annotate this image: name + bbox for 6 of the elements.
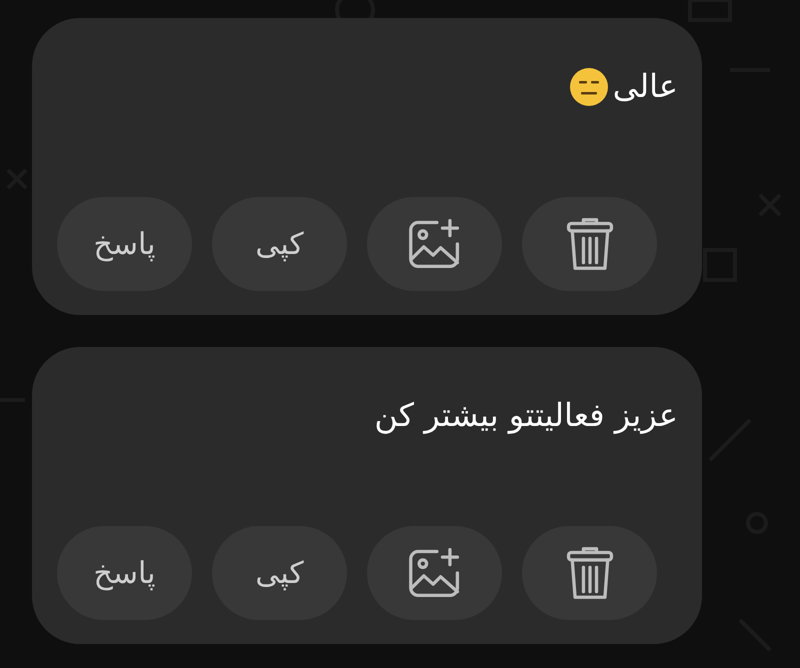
message-text: عالی <box>612 66 678 107</box>
action-button[interactable]: پاسخ <box>57 526 192 620</box>
action-button[interactable]: کپی <box>212 197 347 291</box>
action-button[interactable]: کپی <box>212 526 347 620</box>
message-text: عزیز فعالیتتو بیشتر کن <box>374 395 678 436</box>
action-button[interactable]: پاسخ <box>57 197 192 291</box>
